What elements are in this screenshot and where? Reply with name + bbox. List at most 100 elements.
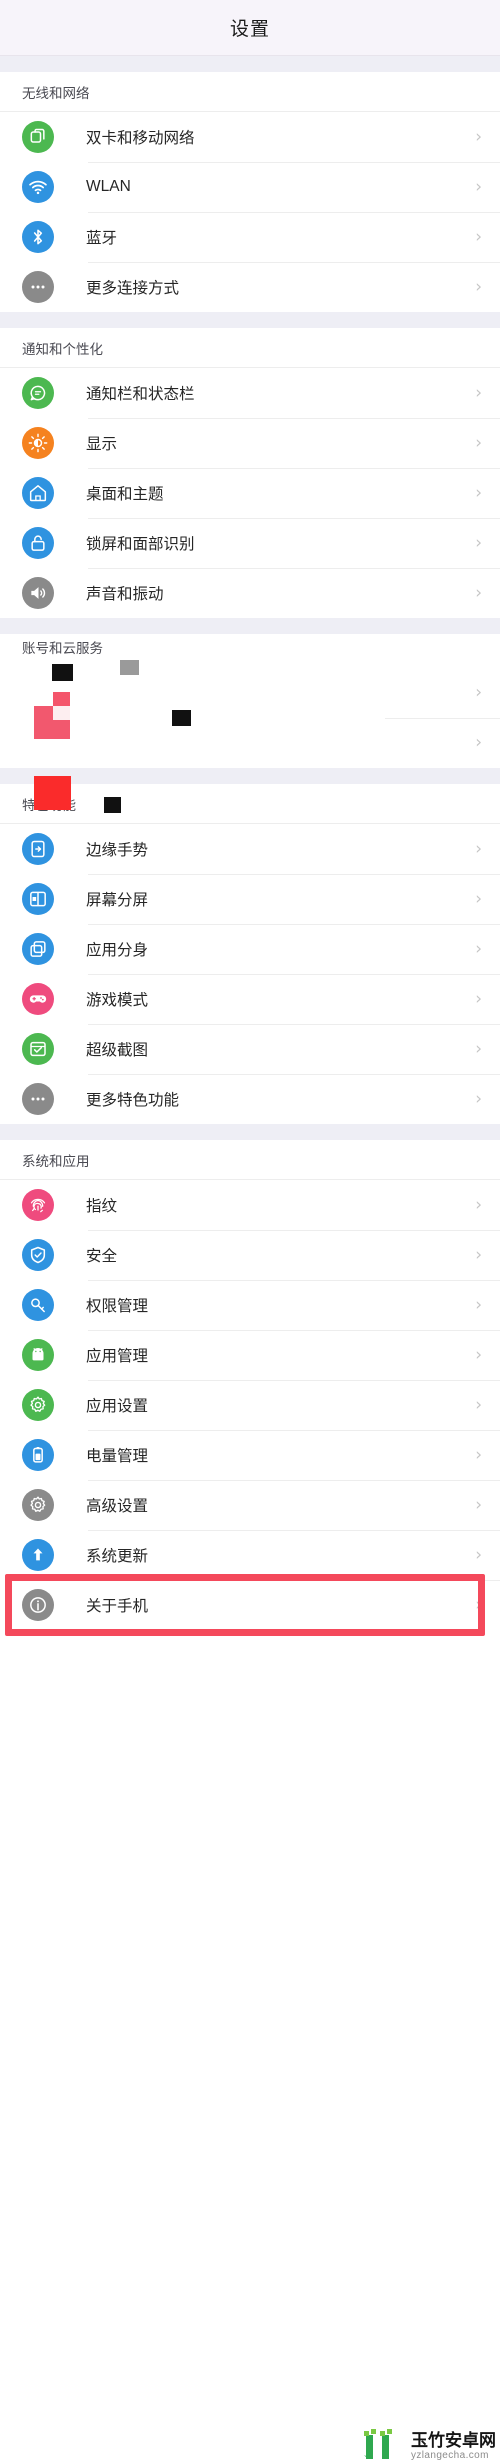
settings-row-more-dots-icon[interactable]: 更多连接方式 ›	[0, 262, 500, 312]
settings-row-home-icon[interactable]: 桌面和主题 ›	[0, 468, 500, 518]
settings-row-gear-icon[interactable]: 高级设置 ›	[0, 1480, 500, 1530]
settings-row-info-icon[interactable]: 关于手机 ›	[0, 1580, 500, 1630]
settings-group: 指纹 › 安全 › 权限管理 › 应用管理 › 应用设置 › 电量管理 › 高级设置 › 系统更新 › 关于手机…	[0, 1180, 500, 1630]
section-label-accounts: 账号和云服务	[0, 634, 500, 668]
settings-row-label: 应用分身	[86, 942, 149, 959]
settings-row-sim-card-icon[interactable]: 双卡和移动网络 ›	[0, 112, 500, 162]
settings-row-fingerprint-icon[interactable]: 指纹 ›	[0, 1180, 500, 1230]
settings-row-label: 指纹	[86, 1198, 118, 1215]
settings-row-label: 通知栏和状态栏	[86, 386, 195, 403]
more-dots-icon	[22, 1083, 54, 1115]
chevron-right-icon: ›	[475, 1244, 482, 1265]
corrupted-icon	[172, 710, 191, 726]
app-clone-icon	[22, 933, 54, 965]
settings-row-label: 更多连接方式	[86, 280, 180, 297]
section-divider	[0, 312, 500, 328]
chevron-right-icon: ›	[475, 532, 482, 553]
section-label: 通知和个性化	[0, 328, 500, 368]
shield-icon	[22, 1239, 54, 1271]
settings-row-label: 电量管理	[86, 1448, 149, 1465]
settings-row-label: 双卡和移动网络	[86, 130, 195, 147]
fingerprint-icon	[22, 1189, 54, 1221]
settings-row-edge-gesture-icon[interactable]: 边缘手势 ›	[0, 824, 500, 874]
home-icon	[22, 477, 54, 509]
settings-row-label: 关于手机	[86, 1598, 149, 1615]
chevron-right-icon: ›	[475, 888, 482, 909]
more-dots-icon	[22, 271, 54, 303]
settings-row-speaker-icon[interactable]: 声音和振动 ›	[0, 568, 500, 618]
settings-row-gamepad-icon[interactable]: 游戏模式 ›	[0, 974, 500, 1024]
chevron-right-icon: ›	[475, 988, 482, 1009]
list-item[interactable]: ›	[0, 668, 500, 718]
gear-icon	[22, 1489, 54, 1521]
brightness-icon	[22, 427, 54, 459]
settings-row-app-clone-icon[interactable]: 应用分身 ›	[0, 924, 500, 974]
chevron-right-icon: ›	[475, 382, 482, 403]
section-divider	[0, 618, 500, 634]
section-label: 系统和应用	[0, 1140, 500, 1180]
section-accounts-cloud-corrupted: 账号和云服务 › ›	[0, 634, 500, 813]
settings-row-screenshot-icon[interactable]: 超级截图 ›	[0, 1024, 500, 1074]
chevron-right-icon: ›	[475, 176, 482, 197]
settings-row-more-dots-icon[interactable]: 更多特色功能 ›	[0, 1074, 500, 1124]
settings-row-label: 显示	[86, 436, 118, 453]
watermark-site-name: 玉竹安卓网	[411, 2431, 496, 2451]
update-arrow-icon	[22, 1539, 54, 1571]
corrupted-icon	[53, 692, 70, 706]
settings-row-label: 游戏模式	[86, 992, 149, 1009]
lock-icon	[22, 527, 54, 559]
chevron-right-icon: ›	[475, 682, 482, 703]
settings-row-lock-icon[interactable]: 锁屏和面部识别 ›	[0, 518, 500, 568]
battery-icon	[22, 1439, 54, 1471]
settings-row-wifi-icon[interactable]: WLAN ›	[0, 162, 500, 212]
corrupted-icon	[104, 797, 121, 813]
page-title: 设置	[229, 19, 270, 40]
settings-row-brightness-icon[interactable]: 显示 ›	[0, 418, 500, 468]
settings-row-label: 超级截图	[86, 1042, 149, 1059]
settings-row-battery-icon[interactable]: 电量管理 ›	[0, 1430, 500, 1480]
chevron-right-icon: ›	[475, 1594, 482, 1615]
chevron-right-icon: ›	[475, 1444, 482, 1465]
gamepad-icon	[22, 983, 54, 1015]
info-icon	[22, 1589, 54, 1621]
settings-row-label: 更多特色功能	[86, 1092, 180, 1109]
settings-row-update-arrow-icon[interactable]: 系统更新 ›	[0, 1530, 500, 1580]
settings-row-gear-icon[interactable]: 应用设置 ›	[0, 1380, 500, 1430]
settings-row-label: WLAN	[86, 178, 131, 195]
chevron-right-icon: ›	[475, 1294, 482, 1315]
settings-row-label: 应用设置	[86, 1398, 149, 1415]
section-divider	[0, 56, 500, 72]
chevron-right-icon: ›	[475, 938, 482, 959]
watermark-url: yzlangecha.com	[411, 2450, 489, 2461]
chevron-right-icon: ›	[475, 276, 482, 297]
watermark-logo-icon	[364, 2427, 408, 2461]
settings-row-label: 安全	[86, 1248, 118, 1265]
settings-row-shield-icon[interactable]: 安全 ›	[0, 1230, 500, 1280]
settings-row-label: 高级设置	[86, 1498, 149, 1515]
gear-icon	[22, 1389, 54, 1421]
settings-row-key-icon[interactable]: 权限管理 ›	[0, 1280, 500, 1330]
settings-screen: 设置 无线和网络 双卡和移动网络 › WLAN › 蓝牙 › 更多连接方式 › 通知和个性化 通知栏…	[0, 0, 500, 2463]
chevron-right-icon: ›	[475, 732, 482, 753]
chat-bubble-icon	[22, 377, 54, 409]
app-header: 设置	[0, 0, 500, 56]
chevron-right-icon: ›	[475, 1394, 482, 1415]
section-label: 无线和网络	[0, 72, 500, 112]
chevron-right-icon: ›	[475, 432, 482, 453]
settings-group: 双卡和移动网络 › WLAN › 蓝牙 › 更多连接方式 ›	[0, 112, 500, 312]
chevron-right-icon: ›	[475, 126, 482, 147]
sim-card-icon	[22, 121, 54, 153]
list-item[interactable]: ›	[0, 718, 500, 768]
chevron-right-icon: ›	[475, 1494, 482, 1515]
settings-row-label: 声音和振动	[86, 586, 164, 603]
settings-row-android-icon[interactable]: 应用管理 ›	[0, 1330, 500, 1380]
settings-row-label: 屏幕分屏	[86, 892, 149, 909]
settings-row-bluetooth-icon[interactable]: 蓝牙 ›	[0, 212, 500, 262]
bluetooth-icon	[22, 221, 54, 253]
screenshot-icon	[22, 1033, 54, 1065]
settings-row-split-screen-icon[interactable]: 屏幕分屏 ›	[0, 874, 500, 924]
settings-row-chat-bubble-icon[interactable]: 通知栏和状态栏 ›	[0, 368, 500, 418]
chevron-right-icon: ›	[475, 1344, 482, 1365]
settings-group: 通知栏和状态栏 › 显示 › 桌面和主题 › 锁屏和面部识别 › 声音和振动 ›	[0, 368, 500, 618]
watermark: 玉竹安卓网 yzlangecha.com	[364, 2427, 496, 2461]
